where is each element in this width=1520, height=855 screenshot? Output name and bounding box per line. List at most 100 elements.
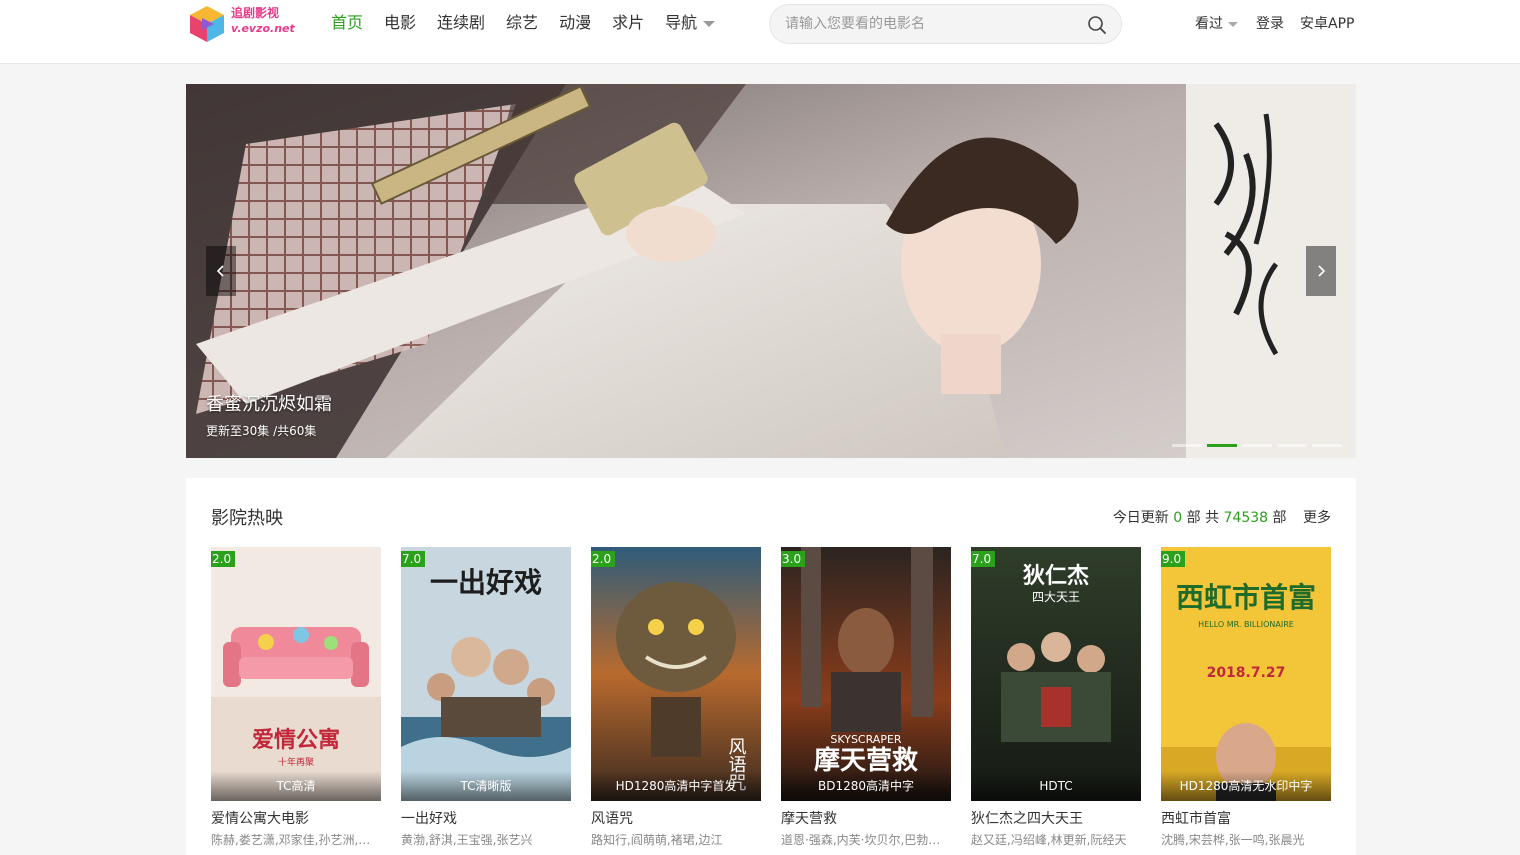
svg-text:HELLO MR. BILLIONAIRE: HELLO MR. BILLIONAIRE: [1198, 620, 1294, 629]
nav-item-variety[interactable]: 综艺: [506, 11, 538, 35]
search-icon[interactable]: [1087, 15, 1107, 35]
banner-dot[interactable]: [1242, 444, 1272, 447]
score-badge: 7.0: [971, 551, 996, 567]
movie-card[interactable]: 狄仁杰 四大天王 7.0 HDTC 狄仁杰之四大天王 赵又廷,冯绍峰,林更新,阮…: [971, 547, 1141, 848]
android-app-link[interactable]: 安卓APP: [1300, 14, 1354, 34]
banner-dot[interactable]: [1277, 444, 1307, 447]
banner-next-button[interactable]: [1306, 246, 1336, 296]
quality-label: HDTC: [971, 771, 1141, 801]
poster-image: 爱情公寓 十年再聚: [211, 547, 381, 801]
movie-poster[interactable]: 西虹市首富 HELLO MR. BILLIONAIRE 2018.7.27 9.…: [1161, 547, 1331, 801]
quality-label: TC清晰版: [401, 771, 571, 801]
svg-text:一出好戏: 一出好戏: [430, 566, 542, 599]
logo-text: 追剧影视 v.evzo.net: [231, 6, 295, 36]
nav-item-anime[interactable]: 动漫: [559, 11, 591, 35]
history-label: 看过: [1195, 16, 1223, 32]
score-badge: 3.0: [781, 551, 806, 567]
quality-label: HD1280高清中字首发: [591, 771, 761, 801]
search-input[interactable]: [785, 13, 1075, 35]
movie-cast: 陈赫,娄艺潇,邓家佳,孙艺洲,李金铭: [211, 833, 381, 847]
hero-banner[interactable]: 香蜜沉沉烬如霜 更新至30集 /共60集: [186, 84, 1356, 458]
movie-poster[interactable]: 狄仁杰 四大天王 7.0 HDTC: [971, 547, 1141, 801]
chevron-right-icon: [1318, 265, 1326, 277]
chevron-down-icon: [703, 20, 716, 27]
banner-image: [186, 84, 1356, 458]
movie-card[interactable]: 风语咒 2.0 HD1280高清中字首发 风语咒 路知行,阎萌萌,褚珺,边江: [591, 547, 761, 848]
login-link[interactable]: 登录: [1256, 14, 1284, 34]
movie-card[interactable]: 一出好戏 7.0 TC清晰版 一出好戏 黄渤,舒淇,王宝强,张艺兴: [401, 547, 571, 848]
total-label: 共: [1205, 510, 1220, 526]
top-header: 追剧影视 v.evzo.net 首页 电影 连续剧 综艺 动漫 求片 导航 看过…: [0, 0, 1520, 64]
movie-cast: 黄渤,舒淇,王宝强,张艺兴: [401, 833, 533, 847]
nav-item-series[interactable]: 连续剧: [437, 11, 485, 35]
banner-subtitle: 更新至30集 /共60集: [206, 424, 317, 438]
logo-line1: 追剧影视: [231, 6, 280, 20]
score-badge: 2.0: [591, 551, 616, 567]
poster-image: 西虹市首富 HELLO MR. BILLIONAIRE 2018.7.27: [1161, 547, 1331, 801]
unit-label: 部: [1186, 510, 1201, 526]
more-link[interactable]: 更多: [1303, 510, 1331, 526]
banner-dot[interactable]: [1172, 444, 1202, 447]
score-badge: 7.0: [401, 551, 426, 567]
total-count: 74538: [1223, 510, 1269, 526]
movie-cast: 路知行,阎萌萌,褚珺,边江: [591, 833, 723, 847]
poster-image: 风语咒: [591, 547, 761, 801]
today-label: 今日更新: [1112, 510, 1169, 526]
banner-title[interactable]: 香蜜沉沉烬如霜: [206, 390, 332, 416]
movie-card[interactable]: 摩天营救 SKYSCRAPER 3.0 BD1280高清中字 摩天营救 道恩·强…: [781, 547, 951, 848]
svg-text:四大天王: 四大天王: [1032, 590, 1080, 604]
unit-label: 部: [1272, 510, 1287, 526]
movie-title[interactable]: 风语咒: [591, 808, 761, 828]
banner-dot-active[interactable]: [1207, 444, 1237, 447]
quality-label: BD1280高清中字: [781, 771, 951, 801]
movie-cast: 沈腾,宋芸桦,张一鸣,张晨光: [1161, 833, 1305, 847]
movie-poster[interactable]: 爱情公寓 十年再聚 2.0 TC高清: [211, 547, 381, 801]
search-box: [769, 4, 1122, 44]
movie-title[interactable]: 摩天营救: [781, 808, 951, 828]
nav-item-movies[interactable]: 电影: [384, 11, 416, 35]
now-showing-section: 影院热映 今日更新 0 部 共 74538 部 更多 爱情公寓 十年再聚 2.0…: [186, 478, 1356, 855]
section-title: 影院热映: [211, 508, 283, 529]
score-badge: 9.0: [1161, 551, 1186, 567]
movie-cast: 道恩·强森,内芙·坎贝尔,巴勃罗·施瑞柏: [781, 833, 951, 847]
history-menu[interactable]: 看过: [1195, 14, 1238, 34]
nav-item-request[interactable]: 求片: [612, 11, 644, 35]
movie-poster[interactable]: 摩天营救 SKYSCRAPER 3.0 BD1280高清中字: [781, 547, 951, 801]
movie-title[interactable]: 狄仁杰之四大天王: [971, 808, 1141, 828]
logo-line2: v.evzo.net: [231, 22, 295, 35]
logo-cube-icon: [190, 6, 224, 42]
poster-image: 一出好戏: [401, 547, 571, 801]
nav-guide-label: 导航: [665, 13, 698, 32]
quality-label: HD1280高清无水印中字: [1161, 771, 1331, 801]
svg-text:爱情公寓: 爱情公寓: [252, 727, 340, 753]
banner-pagination: [1167, 444, 1342, 447]
movie-poster[interactable]: 风语咒 2.0 HD1280高清中字首发: [591, 547, 761, 801]
svg-text:SKYSCRAPER: SKYSCRAPER: [830, 733, 901, 746]
main-nav: 首页 电影 连续剧 综艺 动漫 求片 导航: [331, 11, 736, 35]
nav-item-guide[interactable]: 导航: [665, 11, 716, 35]
today-count: 0: [1173, 510, 1183, 526]
movie-poster[interactable]: 一出好戏 7.0 TC清晰版: [401, 547, 571, 801]
score-badge: 2.0: [211, 551, 236, 567]
movie-card[interactable]: 西虹市首富 HELLO MR. BILLIONAIRE 2018.7.27 9.…: [1161, 547, 1331, 848]
movie-cast: 赵又廷,冯绍峰,林更新,阮经天: [971, 833, 1127, 847]
nav-item-home[interactable]: 首页: [331, 11, 363, 35]
poster-image: 摩天营救 SKYSCRAPER: [781, 547, 951, 801]
movie-list: 爱情公寓 十年再聚 2.0 TC高清 爱情公寓大电影 陈赫,娄艺潇,邓家佳,孙艺…: [211, 547, 1331, 848]
banner-dot[interactable]: [1312, 444, 1342, 447]
chevron-left-icon: [216, 265, 224, 277]
movie-title[interactable]: 西虹市首富: [1161, 808, 1331, 828]
chevron-down-icon: [1228, 21, 1238, 27]
movie-card[interactable]: 爱情公寓 十年再聚 2.0 TC高清 爱情公寓大电影 陈赫,娄艺潇,邓家佳,孙艺…: [211, 547, 381, 848]
movie-title[interactable]: 一出好戏: [401, 808, 571, 828]
svg-text:狄仁杰: 狄仁杰: [1022, 563, 1089, 589]
update-stats: 今日更新 0 部 共 74538 部 更多: [1113, 507, 1331, 527]
site-logo[interactable]: 追剧影视 v.evzo.net: [188, 4, 298, 44]
svg-text:西虹市首富: 西虹市首富: [1176, 581, 1316, 614]
poster-image: 狄仁杰 四大天王: [971, 547, 1141, 801]
svg-text:十年再聚: 十年再聚: [278, 756, 314, 768]
banner-prev-button[interactable]: [206, 246, 236, 296]
movie-title[interactable]: 爱情公寓大电影: [211, 808, 381, 828]
svg-text:2018.7.27: 2018.7.27: [1207, 665, 1286, 681]
quality-label: TC高清: [211, 771, 381, 801]
